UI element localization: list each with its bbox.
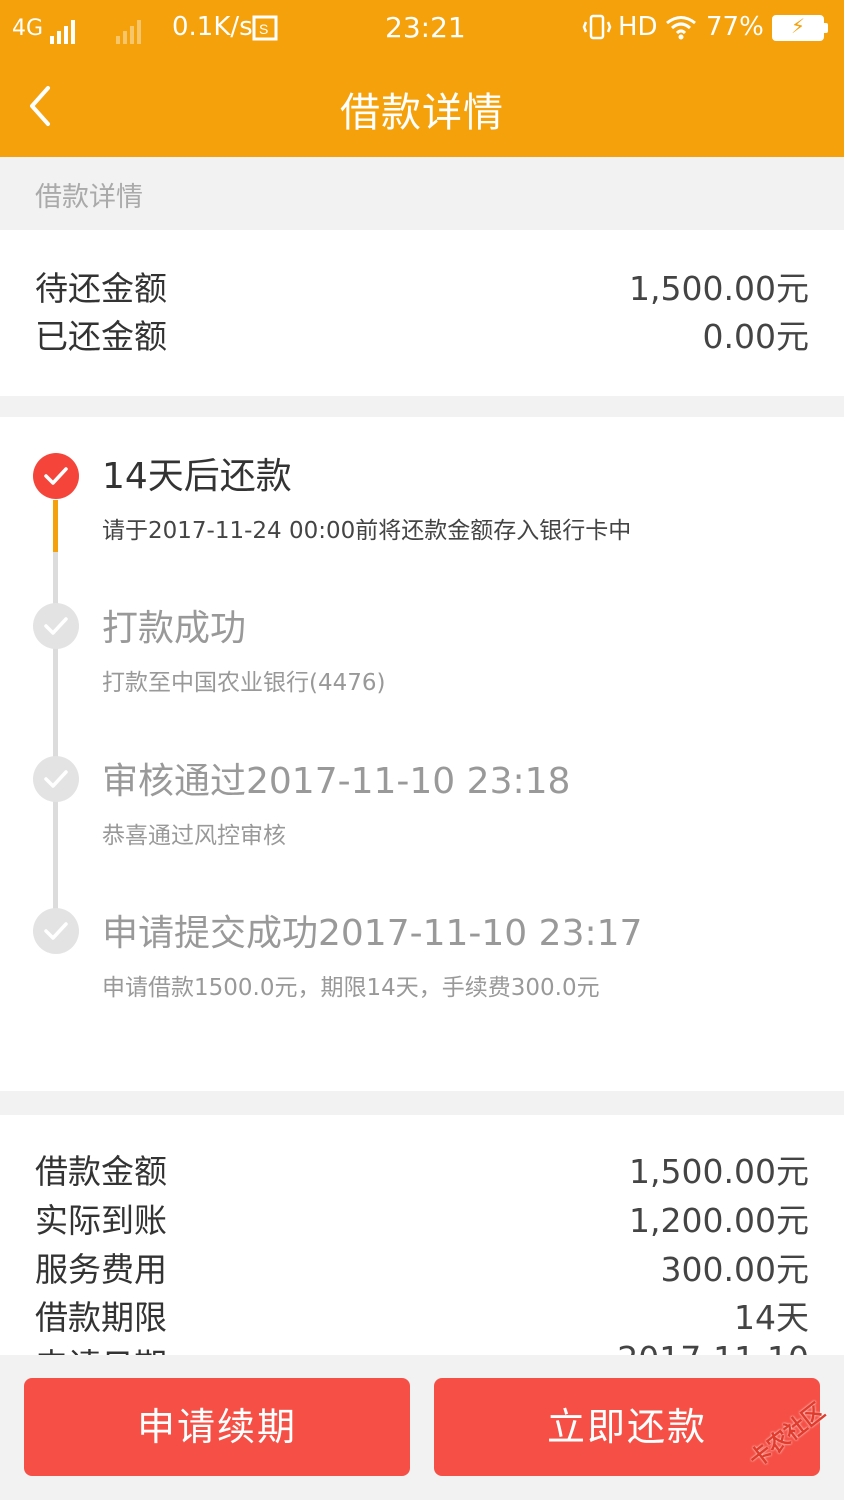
repayment-summary-card: 待还金额 1,500.00元 已还金额 0.00元 — [0, 230, 844, 396]
detail-value: 1,500.00元 — [629, 1152, 809, 1191]
detail-label: 服务费用 — [35, 1250, 167, 1289]
network-speed: 0.1K/s — [172, 12, 253, 42]
detail-label: 借款期限 — [35, 1298, 167, 1337]
summary-label: 已还金额 — [35, 317, 167, 356]
clock: 23:21 — [385, 11, 466, 44]
section-header-label: 借款详情 — [35, 182, 143, 213]
signal-icon — [50, 14, 78, 44]
timeline-subtitle: 恭喜通过风控审核 — [102, 823, 286, 849]
renew-button[interactable]: 申请续期 — [24, 1378, 410, 1476]
check-icon — [33, 908, 79, 954]
timeline-subtitle: 申请借款1500.0元，期限14天，手续费300.0元 — [102, 975, 600, 1001]
loan-timeline: 14天后还款 请于2017-11-24 00:00前将还款金额存入银行卡中 打款… — [0, 417, 844, 1091]
page-title: 借款详情 — [340, 90, 504, 136]
check-icon — [33, 453, 79, 499]
battery-icon: ⚡ — [772, 14, 828, 41]
detail-label: 借款金额 — [35, 1152, 167, 1191]
timeline-title: 打款成功 — [102, 608, 247, 649]
vibrate-icon — [582, 12, 612, 49]
battery-percent: 77% — [706, 12, 764, 42]
summary-value: 1,500.00元 — [629, 269, 809, 308]
loan-details-card: 借款金额 1,500.00元 实际到账 1,200.00元 服务费用 300.0… — [0, 1115, 844, 1355]
detail-label: 实际到账 — [35, 1201, 167, 1240]
section-header: 借款详情 — [0, 157, 844, 229]
detail-value: 1,200.00元 — [629, 1201, 809, 1240]
check-icon — [33, 756, 79, 802]
timeline-title: 申请提交成功2017-11-10 23:17 — [102, 913, 643, 954]
notification-icon: S — [252, 14, 280, 49]
timeline-subtitle: 打款至中国农业银行(4476) — [102, 670, 386, 696]
check-icon — [33, 603, 79, 649]
timeline-title: 14天后还款 — [102, 456, 292, 497]
summary-value: 0.00元 — [702, 317, 809, 356]
nav-bar: 借款详情 — [0, 56, 844, 157]
timeline-line-active — [53, 500, 58, 552]
hd-indicator: HD — [618, 12, 658, 42]
timeline-subtitle: 请于2017-11-24 00:00前将还款金额存入银行卡中 — [102, 518, 632, 544]
svg-text:S: S — [259, 21, 268, 37]
detail-value: 2017-11-10 — [617, 1339, 809, 1355]
status-bar: 4G 0.1K/s S 23:21 HD 77% ⚡ — [0, 0, 844, 56]
summary-label: 待还金额 — [35, 269, 167, 308]
detail-value: 14天 — [734, 1298, 809, 1337]
wifi-icon — [664, 12, 698, 49]
detail-label: 申请日期 — [35, 1339, 167, 1355]
network-type: 4G — [12, 16, 44, 41]
detail-value: 300.00元 — [660, 1250, 809, 1289]
signal-secondary-icon — [116, 14, 144, 44]
timeline-title: 审核通过2017-11-10 23:18 — [102, 761, 571, 802]
